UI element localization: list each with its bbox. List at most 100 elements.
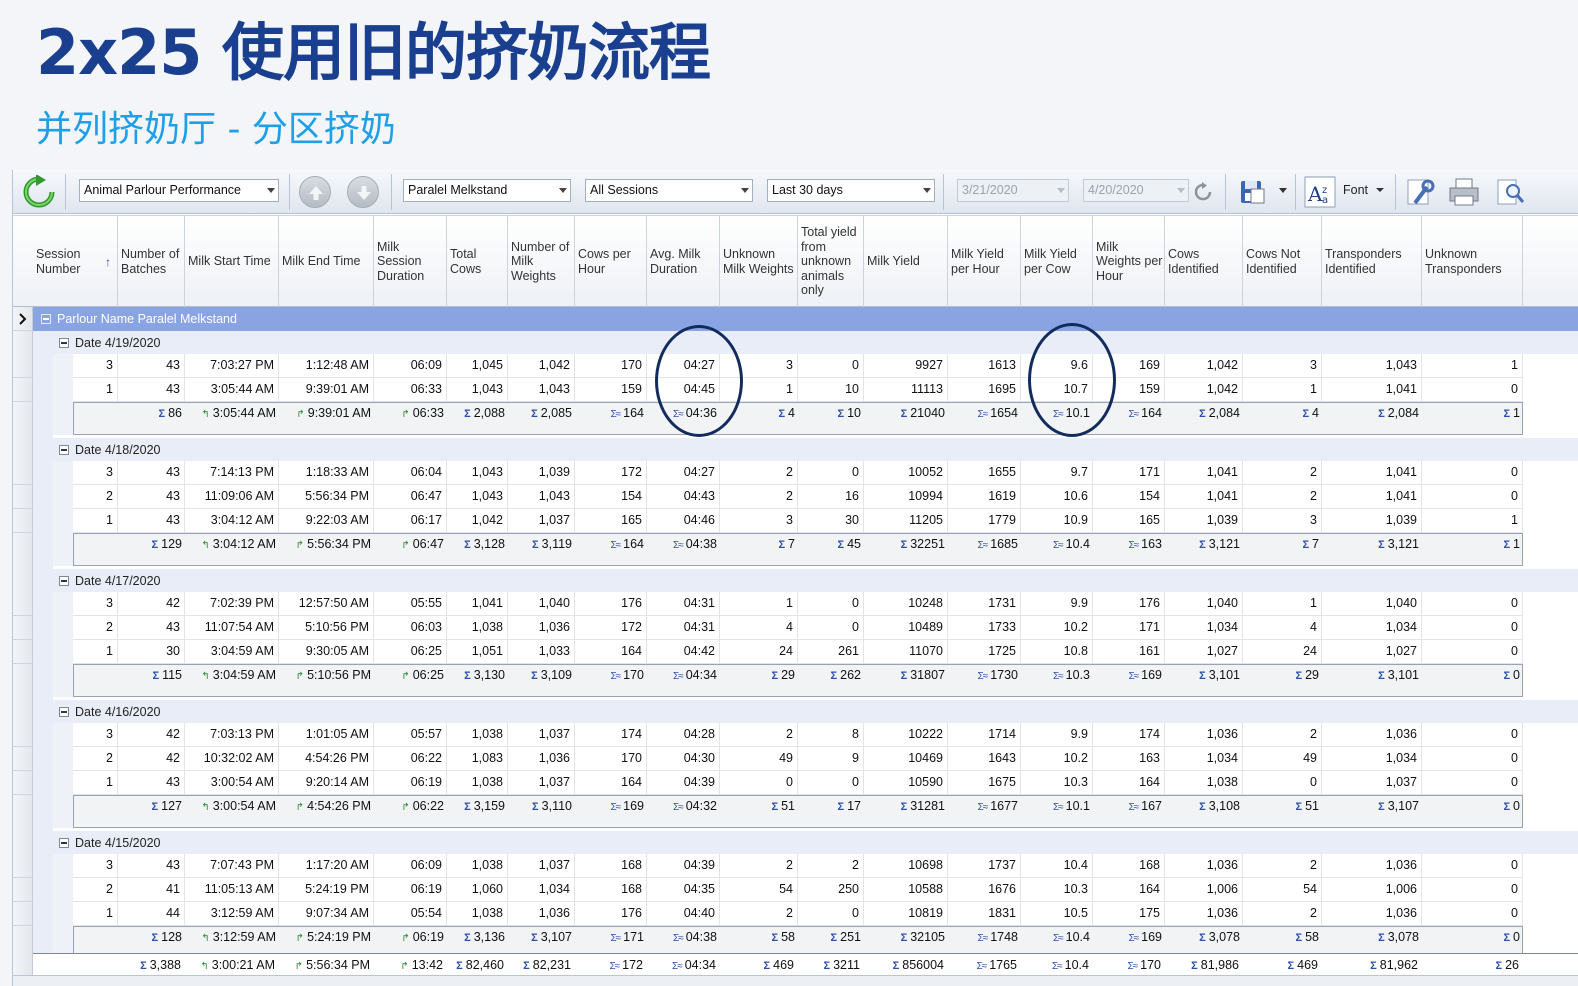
table-cell[interactable]: 04:27 [647,461,720,485]
summary-cell[interactable]: Σ 81,986 [1165,954,1243,976]
table-cell[interactable]: 1,043 [447,485,508,509]
summary-cell[interactable]: Σ 3,101 [1166,665,1244,685]
table-cell[interactable]: 0 [798,771,864,795]
summary-cell[interactable]: Σ≈ 172 [575,954,647,976]
table-cell[interactable]: 30 [118,640,185,664]
table-cell[interactable]: 06:19 [374,771,447,795]
table-cell[interactable]: 250 [798,878,864,902]
collapse-icon[interactable] [59,575,69,586]
summary-cell[interactable]: ↰ 3:00:21 AM [185,954,279,976]
table-cell[interactable]: 172 [575,461,647,485]
summary-cell[interactable]: ↰ 3:04:59 AM [186,665,280,685]
table-cell[interactable]: 7:03:13 PM [185,723,279,747]
table-cell[interactable]: 9:30:05 AM [279,640,374,664]
table-cell[interactable]: 11:09:06 AM [185,485,279,509]
table-cell[interactable]: 170 [575,354,647,378]
table-cell[interactable]: 05:55 [374,592,447,616]
table-cell[interactable]: 2 [720,902,798,926]
table-cell[interactable]: 1,037 [508,723,575,747]
table-cell[interactable]: 0 [1422,771,1523,795]
table-cell[interactable]: 1,027 [1165,640,1243,664]
table-cell[interactable]: 1,006 [1322,878,1422,902]
date-from-field[interactable]: 3/21/2020 [957,179,1069,202]
table-cell[interactable]: 7:02:39 PM [185,592,279,616]
table-cell[interactable]: 1,037 [508,509,575,533]
table-cell[interactable]: 1,037 [508,771,575,795]
table-cell[interactable]: 4 [1243,616,1322,640]
table-cell[interactable]: 1733 [948,616,1021,640]
table-cell[interactable]: 2 [1243,723,1322,747]
date-group-row[interactable]: Date 4/17/2020 [53,569,1578,592]
summary-cell[interactable] [74,534,119,554]
summary-cell[interactable]: Σ≈ 10.4 [1022,927,1094,947]
table-cell[interactable]: 3:05:44 AM [185,378,279,402]
table-cell[interactable]: 54 [1243,878,1322,902]
table-cell[interactable]: 0 [1422,378,1523,402]
table-cell[interactable]: 0 [1422,878,1523,902]
table-cell[interactable]: 1643 [948,747,1021,771]
table-cell[interactable]: 1714 [948,723,1021,747]
table-cell[interactable]: 10.2 [1021,616,1093,640]
summary-cell[interactable] [74,796,119,816]
summary-cell[interactable]: Σ≈ 169 [1094,927,1166,947]
table-cell[interactable]: 8 [798,723,864,747]
table-cell[interactable]: 3 [73,723,118,747]
summary-cell[interactable]: Σ≈ 164 [576,403,648,423]
table-cell[interactable]: 172 [575,616,647,640]
table-cell[interactable]: 1,041 [1165,461,1243,485]
table-cell[interactable]: 1,038 [447,902,508,926]
table-cell[interactable]: 2 [1243,902,1322,926]
table-cell[interactable]: 11113 [864,378,948,402]
table-cell[interactable]: 43 [118,485,185,509]
collapse-icon[interactable] [59,837,69,848]
table-cell[interactable]: 1,043 [1322,354,1422,378]
column-header[interactable]: Milk Yield [864,216,948,307]
table-cell[interactable]: 1,038 [447,771,508,795]
table-cell[interactable]: 1,042 [1165,354,1243,378]
table-cell[interactable]: 1,034 [508,878,575,902]
table-row[interactable]: 3 43 7:07:43 PM 1:17:20 AM 06:09 1,038 1,037 16… [73,854,1523,878]
table-cell[interactable]: 261 [798,640,864,664]
summary-cell[interactable]: Σ≈ 164 [1094,403,1166,423]
summary-cell[interactable]: Σ≈ 1730 [949,665,1022,685]
summary-cell[interactable]: ↱ 06:33 [375,403,448,423]
reload-icon[interactable] [1191,180,1215,204]
summary-cell[interactable]: Σ4 [1244,403,1323,423]
table-cell[interactable]: 43 [118,854,185,878]
table-cell[interactable]: 10.4 [1021,854,1093,878]
table-cell[interactable]: 10 [798,378,864,402]
move-up-button[interactable] [299,176,331,208]
column-header[interactable]: Transponders Identified [1322,216,1422,307]
table-cell[interactable]: 1613 [948,354,1021,378]
summary-cell[interactable]: Σ 2,085 [509,403,576,423]
table-cell[interactable]: 2 [720,723,798,747]
row-indicator[interactable] [13,902,33,926]
collapse-icon[interactable] [59,337,69,348]
table-cell[interactable]: 12:57:50 AM [279,592,374,616]
sessions-select[interactable]: All Sessions [585,179,753,202]
table-cell[interactable]: 171 [1093,461,1165,485]
column-header[interactable]: Total yield from unknown animals only [798,216,864,307]
table-cell[interactable]: 10698 [864,854,948,878]
period-select[interactable]: Last 30 days [767,179,935,202]
table-cell[interactable]: 1,083 [447,747,508,771]
table-cell[interactable]: 176 [575,592,647,616]
table-cell[interactable]: 3 [1243,509,1322,533]
table-cell[interactable]: 1,036 [508,747,575,771]
table-cell[interactable]: 1725 [948,640,1021,664]
summary-cell[interactable]: Σ 469 [1243,954,1322,976]
table-cell[interactable]: 10469 [864,747,948,771]
table-cell[interactable]: 0 [1243,771,1322,795]
table-cell[interactable]: 0 [1422,854,1523,878]
table-cell[interactable]: 1,043 [508,378,575,402]
summary-cell[interactable]: Σ 3,159 [448,796,509,816]
table-cell[interactable]: 1619 [948,485,1021,509]
table-cell[interactable]: 1,036 [1322,854,1422,878]
row-indicator[interactable] [13,485,33,509]
table-cell[interactable]: 9.7 [1021,461,1093,485]
table-cell[interactable]: 1:17:20 AM [279,854,374,878]
table-row[interactable]: 2 42 10:32:02 AM 4:54:26 PM 06:22 1,083 1,036 1… [73,747,1523,771]
table-cell[interactable]: 1 [720,592,798,616]
summary-cell[interactable]: ↱ 5:56:34 PM [279,954,374,976]
table-cell[interactable]: 1,043 [508,485,575,509]
